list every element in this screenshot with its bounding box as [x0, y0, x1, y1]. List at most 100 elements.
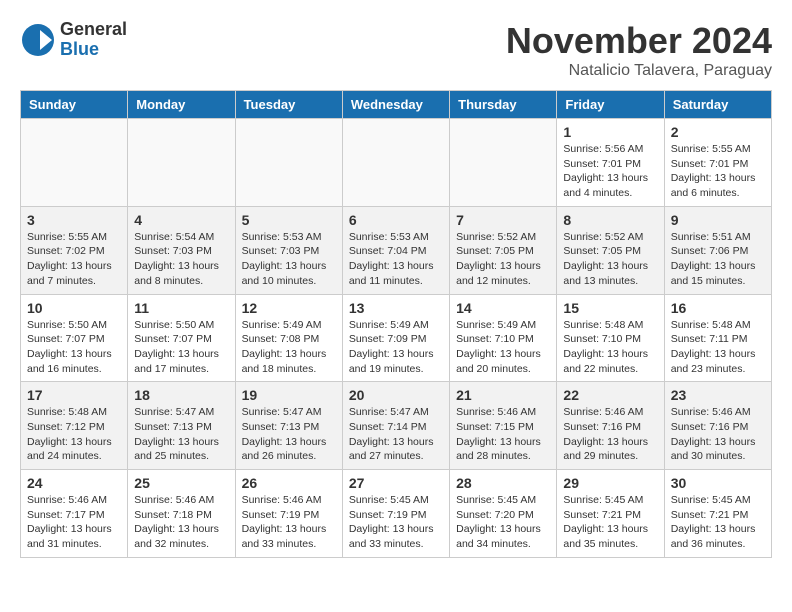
- day-info: Sunrise: 5:50 AM Sunset: 7:07 PM Dayligh…: [134, 318, 228, 377]
- table-row: 25 Sunrise: 5:46 AM Sunset: 7:18 PM Dayli…: [128, 470, 235, 558]
- day-header-row: Sunday Monday Tuesday Wednesday Thursday…: [21, 91, 772, 119]
- location-title: Natalicio Talavera, Paraguay: [506, 62, 772, 80]
- day-info: Sunrise: 5:47 AM Sunset: 7:13 PM Dayligh…: [134, 405, 228, 464]
- table-row: 3 Sunrise: 5:55 AM Sunset: 7:02 PM Daylig…: [21, 206, 128, 294]
- day-number: 19: [242, 387, 336, 403]
- table-row: 1 Sunrise: 5:56 AM Sunset: 7:01 PM Daylig…: [557, 119, 664, 207]
- day-info: Sunrise: 5:54 AM Sunset: 7:03 PM Dayligh…: [134, 230, 228, 289]
- header-tuesday: Tuesday: [235, 91, 342, 119]
- day-info: Sunrise: 5:48 AM Sunset: 7:10 PM Dayligh…: [563, 318, 657, 377]
- day-info: Sunrise: 5:46 AM Sunset: 7:18 PM Dayligh…: [134, 493, 228, 552]
- day-number: 2: [671, 124, 765, 140]
- day-number: 4: [134, 212, 228, 228]
- day-info: Sunrise: 5:48 AM Sunset: 7:11 PM Dayligh…: [671, 318, 765, 377]
- day-info: Sunrise: 5:46 AM Sunset: 7:16 PM Dayligh…: [563, 405, 657, 464]
- header-sunday: Sunday: [21, 91, 128, 119]
- day-number: 10: [27, 300, 121, 316]
- table-row: 23 Sunrise: 5:46 AM Sunset: 7:16 PM Dayli…: [664, 382, 771, 470]
- day-info: Sunrise: 5:53 AM Sunset: 7:04 PM Dayligh…: [349, 230, 443, 289]
- day-info: Sunrise: 5:46 AM Sunset: 7:17 PM Dayligh…: [27, 493, 121, 552]
- day-info: Sunrise: 5:49 AM Sunset: 7:08 PM Dayligh…: [242, 318, 336, 377]
- month-title: November 2024: [506, 20, 772, 62]
- day-number: 12: [242, 300, 336, 316]
- day-info: Sunrise: 5:52 AM Sunset: 7:05 PM Dayligh…: [456, 230, 550, 289]
- day-info: Sunrise: 5:49 AM Sunset: 7:09 PM Dayligh…: [349, 318, 443, 377]
- table-row: 17 Sunrise: 5:48 AM Sunset: 7:12 PM Dayli…: [21, 382, 128, 470]
- logo-general: General: [60, 19, 127, 39]
- day-number: 21: [456, 387, 550, 403]
- header-wednesday: Wednesday: [342, 91, 449, 119]
- day-number: 1: [563, 124, 657, 140]
- day-number: 26: [242, 475, 336, 491]
- table-row: 6 Sunrise: 5:53 AM Sunset: 7:04 PM Daylig…: [342, 206, 449, 294]
- day-info: Sunrise: 5:45 AM Sunset: 7:20 PM Dayligh…: [456, 493, 550, 552]
- day-number: 5: [242, 212, 336, 228]
- header-monday: Monday: [128, 91, 235, 119]
- day-number: 6: [349, 212, 443, 228]
- day-info: Sunrise: 5:55 AM Sunset: 7:02 PM Dayligh…: [27, 230, 121, 289]
- day-number: 13: [349, 300, 443, 316]
- table-row: 12 Sunrise: 5:49 AM Sunset: 7:08 PM Dayli…: [235, 294, 342, 382]
- table-row: 29 Sunrise: 5:45 AM Sunset: 7:21 PM Dayli…: [557, 470, 664, 558]
- day-number: 29: [563, 475, 657, 491]
- table-row: 21 Sunrise: 5:46 AM Sunset: 7:15 PM Dayli…: [450, 382, 557, 470]
- table-row: 13 Sunrise: 5:49 AM Sunset: 7:09 PM Dayli…: [342, 294, 449, 382]
- day-info: Sunrise: 5:46 AM Sunset: 7:16 PM Dayligh…: [671, 405, 765, 464]
- day-number: 8: [563, 212, 657, 228]
- day-info: Sunrise: 5:48 AM Sunset: 7:12 PM Dayligh…: [27, 405, 121, 464]
- day-number: 18: [134, 387, 228, 403]
- day-number: 3: [27, 212, 121, 228]
- table-row: 8 Sunrise: 5:52 AM Sunset: 7:05 PM Daylig…: [557, 206, 664, 294]
- calendar-table: Sunday Monday Tuesday Wednesday Thursday…: [20, 90, 772, 558]
- day-info: Sunrise: 5:52 AM Sunset: 7:05 PM Dayligh…: [563, 230, 657, 289]
- day-info: Sunrise: 5:45 AM Sunset: 7:21 PM Dayligh…: [563, 493, 657, 552]
- table-row: 28Sunrise: 5:45 AM Sunset: 7:20 PM Dayli…: [450, 470, 557, 558]
- table-row: 15 Sunrise: 5:48 AM Sunset: 7:10 PM Dayli…: [557, 294, 664, 382]
- day-info: Sunrise: 5:46 AM Sunset: 7:15 PM Dayligh…: [456, 405, 550, 464]
- day-number: 25: [134, 475, 228, 491]
- day-info: Sunrise: 5:56 AM Sunset: 7:01 PM Dayligh…: [563, 142, 657, 201]
- calendar-week-row: 17 Sunrise: 5:48 AM Sunset: 7:12 PM Dayli…: [21, 382, 772, 470]
- table-row: [342, 119, 449, 207]
- day-number: 15: [563, 300, 657, 316]
- table-row: 10 Sunrise: 5:50 AM Sunset: 7:07 PM Dayli…: [21, 294, 128, 382]
- calendar-week-row: 10 Sunrise: 5:50 AM Sunset: 7:07 PM Dayli…: [21, 294, 772, 382]
- day-info: Sunrise: 5:47 AM Sunset: 7:13 PM Dayligh…: [242, 405, 336, 464]
- table-row: 24 Sunrise: 5:46 AM Sunset: 7:17 PM Dayli…: [21, 470, 128, 558]
- day-number: 27: [349, 475, 443, 491]
- logo: General Blue: [20, 20, 127, 60]
- calendar-week-row: 24 Sunrise: 5:46 AM Sunset: 7:17 PM Dayli…: [21, 470, 772, 558]
- table-row: 27 Sunrise: 5:45 AM Sunset: 7:19 PM Dayli…: [342, 470, 449, 558]
- table-row: 18 Sunrise: 5:47 AM Sunset: 7:13 PM Dayli…: [128, 382, 235, 470]
- header-saturday: Saturday: [664, 91, 771, 119]
- day-number: 30: [671, 475, 765, 491]
- header-thursday: Thursday: [450, 91, 557, 119]
- day-number: 24: [27, 475, 121, 491]
- logo-icon: [20, 22, 56, 58]
- day-number: 16: [671, 300, 765, 316]
- day-number: 20: [349, 387, 443, 403]
- day-info: Sunrise: 5:45 AM Sunset: 7:19 PM Dayligh…: [349, 493, 443, 552]
- day-number: 23: [671, 387, 765, 403]
- table-row: 4 Sunrise: 5:54 AM Sunset: 7:03 PM Daylig…: [128, 206, 235, 294]
- table-row: 30 Sunrise: 5:45 AM Sunset: 7:21 PM Dayli…: [664, 470, 771, 558]
- calendar-week-row: 1 Sunrise: 5:56 AM Sunset: 7:01 PM Daylig…: [21, 119, 772, 207]
- calendar-title-section: November 2024 Natalicio Talavera, Paragu…: [506, 20, 772, 80]
- table-row: [450, 119, 557, 207]
- day-number: 22: [563, 387, 657, 403]
- table-row: 11 Sunrise: 5:50 AM Sunset: 7:07 PM Dayli…: [128, 294, 235, 382]
- table-row: [21, 119, 128, 207]
- table-row: 7Sunrise: 5:52 AM Sunset: 7:05 PM Daylig…: [450, 206, 557, 294]
- table-row: 26Sunrise: 5:46 AM Sunset: 7:19 PM Dayli…: [235, 470, 342, 558]
- table-row: 19 Sunrise: 5:47 AM Sunset: 7:13 PM Dayli…: [235, 382, 342, 470]
- day-info: Sunrise: 5:50 AM Sunset: 7:07 PM Dayligh…: [27, 318, 121, 377]
- day-info: Sunrise: 5:55 AM Sunset: 7:01 PM Dayligh…: [671, 142, 765, 201]
- table-row: 2 Sunrise: 5:55 AM Sunset: 7:01 PM Daylig…: [664, 119, 771, 207]
- table-row: [128, 119, 235, 207]
- day-number: 11: [134, 300, 228, 316]
- day-number: 17: [27, 387, 121, 403]
- table-row: 14Sunrise: 5:49 AM Sunset: 7:10 PM Dayli…: [450, 294, 557, 382]
- table-row: 20Sunrise: 5:47 AM Sunset: 7:14 PM Dayli…: [342, 382, 449, 470]
- day-info: Sunrise: 5:45 AM Sunset: 7:21 PM Dayligh…: [671, 493, 765, 552]
- logo-blue: Blue: [60, 40, 127, 60]
